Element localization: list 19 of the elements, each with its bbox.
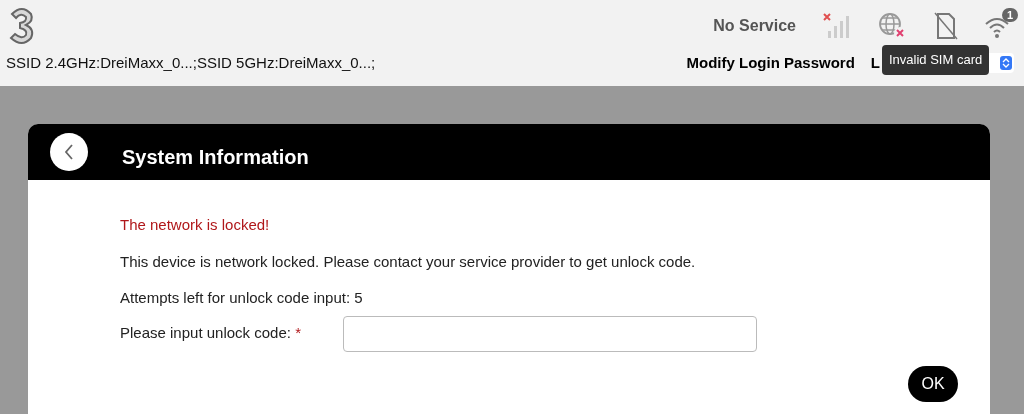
logout-link[interactable]: L xyxy=(870,52,880,75)
tooltip: Invalid SIM card xyxy=(882,45,990,75)
attempts-text: Attempts left for unlock code input: 5 xyxy=(120,288,364,308)
ok-button[interactable]: OK xyxy=(908,365,958,402)
unlock-code-field[interactable] xyxy=(343,315,757,352)
sim-card-icon xyxy=(934,12,958,40)
ssid-text: SSID 2.4GHz:DreiMaxx_0...;SSID 5GHz:DreiMaxx_0...; xyxy=(6,53,376,73)
count-badge: 1 xyxy=(1001,8,1018,22)
no-signal-icon xyxy=(822,13,852,39)
modify-password-link[interactable]: Modify Login Password xyxy=(686,52,855,75)
panel-title: System Information xyxy=(122,145,309,170)
back-icon xyxy=(64,143,74,161)
back-button[interactable] xyxy=(50,133,88,171)
field-label: Please input unlock code: * xyxy=(120,323,302,344)
required-mark: * xyxy=(295,324,301,342)
message-text: This device is network locked. Please contact your service provider to get unlock code. xyxy=(120,251,697,272)
alert-text: The network is locked! xyxy=(120,215,271,235)
select-arrows-icon xyxy=(1000,56,1012,71)
status-text: No Service xyxy=(713,16,796,36)
